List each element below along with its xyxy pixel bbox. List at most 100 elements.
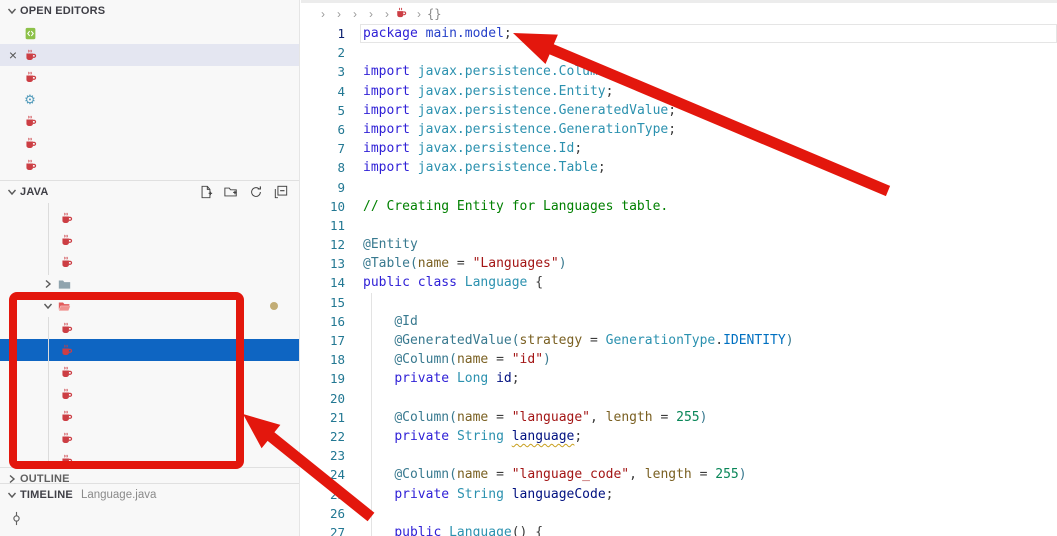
line-number[interactable]: 2 xyxy=(301,43,345,62)
chevron-down-icon[interactable] xyxy=(4,487,20,503)
code-line-12[interactable]: 12@Entity xyxy=(301,235,1057,254)
line-text xyxy=(345,178,371,197)
line-number[interactable]: 18 xyxy=(301,350,345,369)
code-line-4[interactable]: 4import javax.persistence.Entity; xyxy=(301,82,1057,101)
code-line-25[interactable]: 25 private String languageCode; xyxy=(301,485,1057,504)
open-editors-header[interactable]: OPEN EDITORS xyxy=(0,0,299,22)
code-line-10[interactable]: 10// Creating Entity for Languages table… xyxy=(301,197,1057,216)
xml-file-icon xyxy=(22,25,38,41)
code-line-3[interactable]: 3import javax.persistence.Column; xyxy=(301,62,1057,81)
open-editor-item-pom.xml[interactable] xyxy=(0,22,299,44)
tree-item-MemberSkill.java[interactable] xyxy=(0,427,300,449)
new-folder-icon[interactable] xyxy=(222,183,240,201)
line-text: package main.model; xyxy=(345,24,512,43)
line-number[interactable]: 4 xyxy=(301,82,345,101)
code-line-22[interactable]: 22 private String language; xyxy=(301,427,1057,446)
line-text xyxy=(345,389,371,408)
tree-item-Category.java[interactable] xyxy=(0,317,300,339)
tree-item-MemberLanguage.java[interactable] xyxy=(0,405,300,427)
java-section-header[interactable]: JAVA xyxy=(0,181,300,203)
code-line-6[interactable]: 6import javax.persistence.GenerationType… xyxy=(301,120,1057,139)
line-number[interactable]: 24 xyxy=(301,465,345,484)
line-number[interactable]: 7 xyxy=(301,139,345,158)
new-file-icon[interactable] xyxy=(197,183,215,201)
code-line-16[interactable]: 16 @Id xyxy=(301,312,1057,331)
code-line-23[interactable]: 23 xyxy=(301,446,1057,465)
open-editor-item-application.properties[interactable]: ⚙ xyxy=(0,88,299,110)
open-editor-item-GetAllSkillsTests.java[interactable] xyxy=(0,66,299,88)
code-area[interactable]: 1package main.model;2 3import javax.pers… xyxy=(301,24,1057,536)
modified-dot xyxy=(270,302,278,310)
code-line-24[interactable]: 24 @Column(name = "language_code", lengt… xyxy=(301,465,1057,484)
code-line-20[interactable]: 20 xyxy=(301,389,1057,408)
code-line-11[interactable]: 11 xyxy=(301,216,1057,235)
open-editor-item-SkillRepository.java[interactable] xyxy=(0,154,299,176)
line-number[interactable]: 14 xyxy=(301,273,345,292)
line-number[interactable]: 6 xyxy=(301,120,345,139)
line-text: // Creating Entity for Languages table. xyxy=(345,197,668,216)
tree-item-Skill.java[interactable] xyxy=(0,449,300,467)
tree-item-SkillData.java[interactable] xyxy=(0,251,300,273)
code-line-7[interactable]: 7import javax.persistence.Id; xyxy=(301,139,1057,158)
chevron-down-icon[interactable] xyxy=(4,184,20,200)
code-line-21[interactable]: 21 @Column(name = "language", length = 2… xyxy=(301,408,1057,427)
refresh-icon[interactable] xyxy=(247,183,265,201)
open-editor-item-Language.java[interactable]: × xyxy=(0,44,299,66)
code-line-1[interactable]: 1package main.model; xyxy=(301,24,1057,43)
line-number[interactable]: 11 xyxy=(301,216,345,235)
open-editor-item-SkillData.java[interactable] xyxy=(0,110,299,132)
line-number[interactable]: 12 xyxy=(301,235,345,254)
code-line-2[interactable]: 2 xyxy=(301,43,1057,62)
breadcrumb-item-main.model[interactable]: {} xyxy=(427,7,445,21)
line-number[interactable]: 21 xyxy=(301,408,345,427)
line-number[interactable]: 1 xyxy=(301,24,345,43)
line-number[interactable]: 13 xyxy=(301,254,345,273)
timeline-item[interactable] xyxy=(0,506,300,530)
code-line-19[interactable]: 19 private Long id; xyxy=(301,369,1057,388)
tree-item-LanguageLevel.java[interactable] xyxy=(0,361,300,383)
line-number[interactable]: 19 xyxy=(301,369,345,388)
line-number[interactable]: 23 xyxy=(301,446,345,465)
timeline-header[interactable]: TIMELINE Language.java xyxy=(0,484,300,506)
code-line-17[interactable]: 17 @GeneratedValue(strategy = Generation… xyxy=(301,331,1057,350)
tree-item-MemberEnableData.java[interactable] xyxy=(0,207,300,229)
line-number[interactable]: 9 xyxy=(301,178,345,197)
line-number[interactable]: 16 xyxy=(301,312,345,331)
code-line-5[interactable]: 5import javax.persistence.GeneratedValue… xyxy=(301,101,1057,120)
code-line-15[interactable]: 15 xyxy=(301,293,1057,312)
line-number[interactable]: 15 xyxy=(301,293,345,312)
tree-item-model[interactable] xyxy=(0,295,300,317)
java-file-icon xyxy=(22,157,38,173)
code-line-27[interactable]: 27 public Language() { xyxy=(301,523,1057,536)
code-line-8[interactable]: 8import javax.persistence.Table; xyxy=(301,158,1057,177)
line-number[interactable]: 17 xyxy=(301,331,345,350)
line-number[interactable]: 8 xyxy=(301,158,345,177)
tree-item-Member.java[interactable] xyxy=(0,383,300,405)
code-line-18[interactable]: 18 @Column(name = "id") xyxy=(301,350,1057,369)
code-line-26[interactable]: 26 xyxy=(301,504,1057,523)
chevron-down-icon[interactable] xyxy=(4,3,20,19)
line-number[interactable]: 27 xyxy=(301,523,345,536)
chevron-right-icon[interactable] xyxy=(40,276,56,292)
line-number[interactable]: 25 xyxy=(301,485,345,504)
line-number[interactable]: 10 xyxy=(301,197,345,216)
code-line-9[interactable]: 9 xyxy=(301,178,1057,197)
line-text: import javax.persistence.GeneratedValue; xyxy=(345,101,676,120)
line-text: @Entity xyxy=(345,235,418,254)
tree-item-MemberProfileData.java[interactable] xyxy=(0,229,300,251)
open-editor-item-SkillService.java[interactable] xyxy=(0,132,299,154)
line-number[interactable]: 26 xyxy=(301,504,345,523)
tree-item-Language.java[interactable] xyxy=(0,339,300,361)
line-number[interactable]: 3 xyxy=(301,62,345,81)
code-line-14[interactable]: 14public class Language { xyxy=(301,273,1057,292)
tree-item-exceptions[interactable] xyxy=(0,273,300,295)
line-number[interactable]: 20 xyxy=(301,389,345,408)
collapse-all-icon[interactable] xyxy=(272,183,290,201)
line-number[interactable]: 22 xyxy=(301,427,345,446)
code-lines: 1package main.model;2 3import javax.pers… xyxy=(301,24,1057,536)
close-icon[interactable]: × xyxy=(4,46,22,64)
breadcrumb-item-Language.java[interactable] xyxy=(395,6,411,22)
code-line-13[interactable]: 13@Table(name = "Languages") xyxy=(301,254,1057,273)
chevron-down-icon[interactable] xyxy=(40,298,56,314)
line-number[interactable]: 5 xyxy=(301,101,345,120)
